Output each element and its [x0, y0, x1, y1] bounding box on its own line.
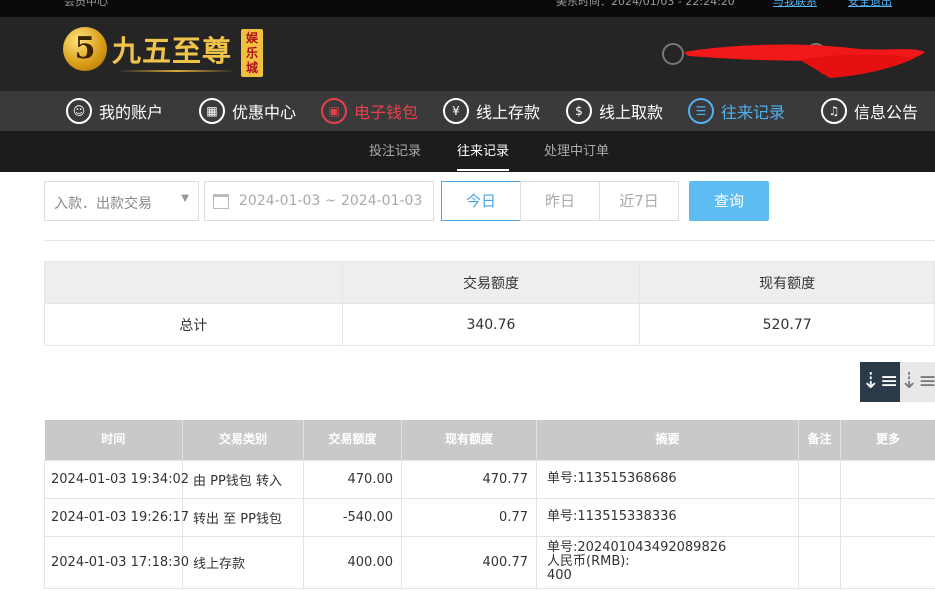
tab-transaction-records[interactable]: 往来记录 — [457, 131, 510, 171]
col-header-note: 备注 — [798, 420, 841, 460]
summary-header-balance: 现有额度 — [639, 261, 935, 304]
row-amount: 400.00 — [303, 535, 402, 589]
last-7-days-button[interactable]: 近7日 — [599, 181, 679, 221]
summary-header-blank — [44, 261, 343, 304]
row-note — [798, 535, 841, 589]
nav-my-account[interactable]: ☺ 我的账户 — [66, 91, 163, 131]
redaction-mark — [684, 44, 925, 78]
row-time: 2024-01-03 17:18:30 — [44, 535, 189, 589]
row-summary: 单号:113515368686 — [536, 459, 799, 499]
transactions-table: 时间 交易类别 交易额度 现有额度 摘要 备注 更多 2024-01-03 19… — [44, 420, 935, 589]
row-amount: -540.00 — [303, 497, 402, 537]
gift-icon: ▦ — [199, 98, 225, 124]
table-row: 2024-01-03 17:18:30 线上存款 400.00 400.77 单… — [44, 535, 935, 589]
date-range-input[interactable]: 2024-01-03 ~ 2024-01-03 — [204, 181, 434, 221]
row-time: 2024-01-03 19:34:02 — [44, 459, 189, 499]
table-row: 2024-01-03 19:26:17 转出 至 PP钱包 -540.00 0.… — [44, 497, 935, 537]
top-status-bar: 会员中心 美东时间：2024/01/03 - 22:24:20 与我联系 安全退… — [0, 0, 935, 17]
summary-total-balance: 520.77 — [639, 303, 935, 346]
nav-announcements[interactable]: ♫ 信息公告 — [821, 91, 918, 131]
wallet-icon: ▣ — [321, 98, 347, 124]
user-icon: ☺ — [66, 98, 92, 124]
row-balance: 0.77 — [401, 497, 537, 537]
nav-online-withdraw[interactable]: $ 线上取款 — [566, 91, 663, 131]
logout-link[interactable]: 安全退出 — [848, 0, 892, 9]
col-header-summary: 摘要 — [536, 420, 799, 460]
row-note — [798, 459, 841, 499]
member-center-label: 会员中心 — [64, 0, 108, 8]
sort-descending-icon[interactable]: ⇣≡ — [860, 362, 900, 402]
nav-transaction-records[interactable]: ☰ 往来记录 — [688, 91, 785, 131]
row-more[interactable] — [840, 535, 935, 589]
summary-total-label: 总计 — [44, 303, 343, 346]
divider — [44, 240, 935, 241]
col-header-time: 时间 — [44, 420, 183, 460]
table-header-row: 时间 交易类别 交易额度 现有额度 摘要 备注 更多 — [44, 420, 935, 460]
row-time: 2024-01-03 19:26:17 — [44, 497, 189, 537]
row-balance: 470.77 — [401, 459, 537, 499]
row-summary: 单号:113515338336 — [536, 497, 799, 537]
logo-badge: 娱乐城 — [241, 29, 263, 77]
col-header-more: 更多 — [840, 420, 935, 460]
deposit-icon: ¥ — [443, 98, 469, 124]
summary-total-amount: 340.76 — [341, 303, 641, 346]
records-icon: ☰ — [688, 98, 714, 124]
row-type: 由 PP钱包 转入 — [182, 459, 304, 499]
tab-pending-orders[interactable]: 处理中订单 — [544, 131, 609, 172]
row-more[interactable] — [840, 497, 935, 537]
transaction-type-select[interactable]: 入款．出款交易 ▼ — [44, 181, 199, 221]
col-header-balance: 现有额度 — [401, 420, 537, 460]
col-header-type: 交易类别 — [182, 420, 304, 460]
sort-ascending-icon[interactable]: ⇣≡ — [900, 362, 935, 402]
server-time: 美东时间：2024/01/03 - 22:24:20 — [556, 0, 735, 8]
nav-online-deposit[interactable]: ¥ 线上存款 — [443, 91, 540, 131]
row-type: 线上存款 — [182, 535, 304, 589]
row-type: 转出 至 PP钱包 — [182, 497, 304, 537]
withdraw-icon: $ — [566, 98, 592, 124]
row-note — [798, 497, 841, 537]
bell-icon: ♫ — [821, 98, 847, 124]
row-summary: 单号:202401043492089826 人民币(RMB): 400 — [536, 535, 799, 589]
yesterday-button[interactable]: 昨日 — [520, 181, 600, 221]
logo-name[interactable]: 九五至尊 — [112, 28, 232, 70]
nav-e-wallet[interactable]: ▣ 电子钱包 — [321, 91, 418, 131]
tab-bet-records[interactable]: 投注记录 — [369, 131, 421, 172]
summary-header-amount: 交易额度 — [341, 261, 641, 304]
calendar-icon — [213, 194, 229, 209]
search-button[interactable]: 查询 — [689, 181, 769, 221]
today-button[interactable]: 今日 — [441, 181, 521, 221]
col-header-amount: 交易额度 — [303, 420, 402, 460]
logo-emblem[interactable]: 5 — [63, 27, 107, 71]
nav-promotions[interactable]: ▦ 优惠中心 — [199, 91, 296, 131]
logo-ornament — [118, 70, 236, 72]
summary-table: 交易额度 现有额度 总计 340.76 520.77 — [44, 261, 935, 346]
table-row: 2024-01-03 19:34:02 由 PP钱包 转入 470.00 470… — [44, 459, 935, 499]
row-more[interactable] — [840, 459, 935, 499]
contact-link[interactable]: 与我联系 — [773, 0, 817, 9]
row-balance: 400.77 — [401, 535, 537, 589]
chevron-down-icon: ▼ — [181, 193, 189, 204]
row-amount: 470.00 — [303, 459, 402, 499]
